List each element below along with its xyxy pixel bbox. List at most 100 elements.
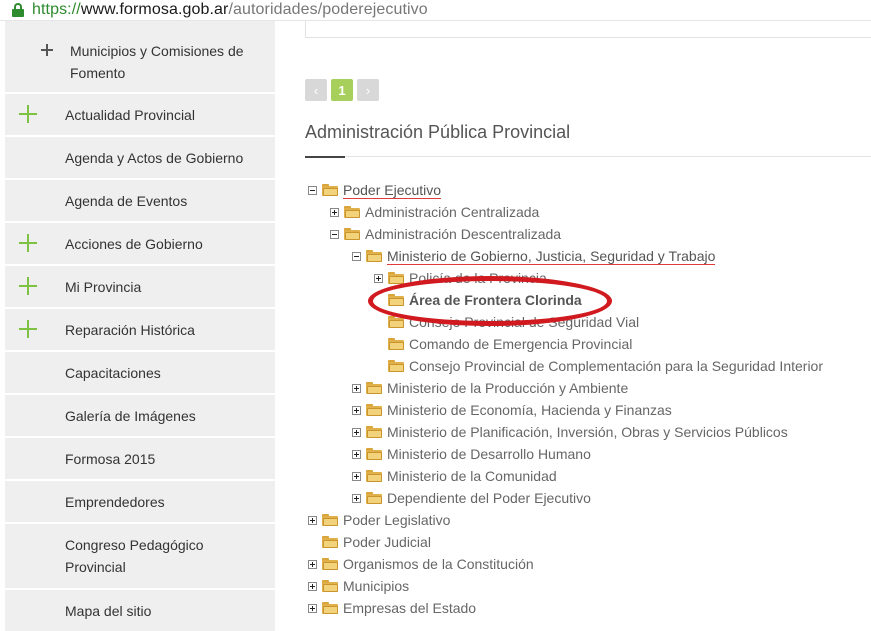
pagination: ‹ 1 ›	[305, 79, 379, 101]
tree-node[interactable]: Área de Frontera Clorinda	[374, 290, 582, 310]
tree-node-label[interactable]: Ministerio de la Comunidad	[387, 468, 557, 484]
expand-icon[interactable]	[308, 603, 317, 613]
tree-node-label[interactable]: Policía de la Provincia	[409, 270, 547, 286]
section-title: Administración Pública Provincial	[305, 122, 571, 142]
plus-icon[interactable]	[19, 234, 37, 252]
sidebar-item-label: Agenda y Actos de Gobierno	[65, 150, 244, 166]
prev-page-button[interactable]: ‹	[305, 79, 327, 101]
tree-node-label[interactable]: Administración Descentralizada	[365, 226, 561, 242]
tree-node[interactable]: Consejo Provincial de Seguridad Vial	[374, 312, 639, 332]
folder-icon	[388, 294, 404, 306]
tree-node[interactable]: Poder Judicial	[308, 532, 431, 552]
sidebar-subitem-municipios[interactable]: Municipios y Comisiones de Fomento	[5, 21, 275, 92]
tree-node-label[interactable]: Empresas del Estado	[343, 600, 476, 616]
sidebar-item-label: Formosa 2015	[65, 451, 156, 467]
sidebar-item-mi-provincia[interactable]: Mi Provincia	[5, 266, 275, 307]
tree-node-label[interactable]: Consejo Provincial de Seguridad Vial	[409, 314, 639, 330]
tree-node-label[interactable]: Ministerio de Desarrollo Humano	[387, 446, 591, 462]
sidebar-item-label: Emprendedores	[65, 494, 165, 510]
collapse-icon[interactable]	[330, 229, 339, 239]
folder-icon	[322, 536, 338, 548]
sidebar-item-label: Mapa del sitio	[65, 603, 152, 619]
url-text[interactable]: https://www.formosa.gob.ar/autoridades/p…	[32, 1, 428, 19]
address-bar[interactable]: https://www.formosa.gob.ar/autoridades/p…	[0, 0, 871, 21]
tree-node[interactable]: Comando de Emergencia Provincial	[374, 334, 632, 354]
tree-node-label[interactable]: Comando de Emergencia Provincial	[409, 336, 632, 352]
sidebar-item-label: Municipios y Comisiones de Fomento	[70, 43, 244, 81]
sidebar-item-reparacion-historica[interactable]: Reparación Histórica	[5, 309, 275, 350]
tree-node-label[interactable]: Ministerio de Gobierno, Justicia, Seguri…	[387, 248, 716, 265]
folder-icon	[366, 492, 382, 504]
expand-icon[interactable]	[352, 383, 361, 393]
plus-icon[interactable]	[19, 320, 37, 338]
collapse-icon[interactable]	[352, 251, 361, 261]
tree-node[interactable]: Ministerio de Economía, Hacienda y Finan…	[352, 400, 672, 420]
folder-icon	[388, 316, 404, 328]
tree-node[interactable]: Empresas del Estado	[308, 598, 476, 618]
tree-node[interactable]: Policía de la Provincia	[374, 268, 547, 288]
tree-node-label[interactable]: Dependiente del Poder Ejecutivo	[387, 490, 591, 506]
tree-node-label[interactable]: Ministerio de la Producción y Ambiente	[387, 380, 628, 396]
plus-icon[interactable]	[41, 44, 53, 56]
sidebar-item-mapa-sitio[interactable]: Mapa del sitio	[5, 590, 275, 631]
tree-node-label[interactable]: Poder Legislativo	[343, 512, 450, 528]
tree-node-label[interactable]: Área de Frontera Clorinda	[409, 292, 582, 308]
tree-node[interactable]: Administración Centralizada	[330, 202, 539, 222]
collapse-icon[interactable]	[308, 185, 317, 195]
tree-node-label[interactable]: Administración Centralizada	[365, 204, 539, 220]
tree-node-label[interactable]: Poder Ejecutivo	[343, 182, 442, 199]
tree-node[interactable]: Ministerio de Planificación, Inversión, …	[352, 422, 788, 442]
tree-node[interactable]: Dependiente del Poder Ejecutivo	[352, 488, 591, 508]
expand-icon[interactable]	[352, 405, 361, 415]
tree-node-label[interactable]: Consejo Provincial de Complementación pa…	[409, 358, 823, 374]
tree-node[interactable]: Poder Legislativo	[308, 510, 450, 530]
tree-node-label[interactable]: Ministerio de Economía, Hacienda y Finan…	[387, 402, 672, 418]
tree-node-label[interactable]: Organismos de la Constitución	[343, 556, 534, 572]
next-page-button[interactable]: ›	[357, 79, 379, 101]
sidebar-item-label: Capacitaciones	[65, 365, 161, 381]
tree-node[interactable]: Municipios	[308, 576, 409, 596]
lock-icon	[12, 3, 24, 17]
expand-icon[interactable]	[330, 207, 339, 217]
folder-icon	[322, 514, 338, 526]
plus-icon[interactable]	[19, 105, 37, 123]
tree-node[interactable]: Consejo Provincial de Complementación pa…	[374, 356, 823, 376]
expand-icon[interactable]	[308, 581, 317, 591]
sidebar-item-acciones-gobierno[interactable]: Acciones de Gobierno	[5, 223, 275, 264]
expand-icon[interactable]	[308, 515, 317, 525]
sidebar-item-emprendedores[interactable]: Emprendedores	[5, 481, 275, 522]
sidebar-item-label: Mi Provincia	[65, 279, 142, 295]
sidebar-item-formosa-2015[interactable]: Formosa 2015	[5, 438, 275, 479]
sidebar-item-agenda-actos[interactable]: Agenda y Actos de Gobierno	[5, 137, 275, 178]
tree-node[interactable]: Organismos de la Constitución	[308, 554, 534, 574]
expand-icon[interactable]	[352, 427, 361, 437]
sidebar-item-label: Galería de Imágenes	[65, 408, 196, 424]
page-1-button[interactable]: 1	[331, 79, 353, 101]
sidebar-item-capacitaciones[interactable]: Capacitaciones	[5, 352, 275, 393]
expand-icon[interactable]	[308, 559, 317, 569]
tree-node[interactable]: Ministerio de la Producción y Ambiente	[352, 378, 628, 398]
sidebar-item-agenda-eventos[interactable]: Agenda de Eventos	[5, 180, 275, 221]
tree-node[interactable]: Ministerio de la Comunidad	[352, 466, 557, 486]
expand-icon[interactable]	[352, 471, 361, 481]
expand-icon[interactable]	[374, 273, 383, 283]
tree-node[interactable]: Administración Descentralizada	[330, 224, 561, 244]
tree-node[interactable]: Poder Ejecutivo	[308, 180, 442, 200]
plus-icon[interactable]	[19, 277, 37, 295]
tree-node-label[interactable]: Poder Judicial	[343, 534, 431, 550]
tree-node[interactable]: Ministerio de Desarrollo Humano	[352, 444, 591, 464]
folder-icon	[366, 470, 382, 482]
sidebar-item-actualidad-provincial[interactable]: Actualidad Provincial	[5, 94, 275, 135]
sidebar-item-label: Acciones de Gobierno	[65, 236, 203, 252]
tree-node[interactable]: Ministerio de Gobierno, Justicia, Seguri…	[352, 246, 716, 266]
sidebar-item-congreso-pedagogico[interactable]: Congreso Pedagógico Provincial	[5, 524, 275, 588]
sidebar-item-galeria-imagenes[interactable]: Galería de Imágenes	[5, 395, 275, 436]
folder-icon	[366, 426, 382, 438]
expand-icon[interactable]	[352, 493, 361, 503]
expand-icon[interactable]	[352, 449, 361, 459]
tree-node-label[interactable]: Ministerio de Planificación, Inversión, …	[387, 424, 788, 440]
tree-node-label[interactable]: Municipios	[343, 578, 409, 594]
